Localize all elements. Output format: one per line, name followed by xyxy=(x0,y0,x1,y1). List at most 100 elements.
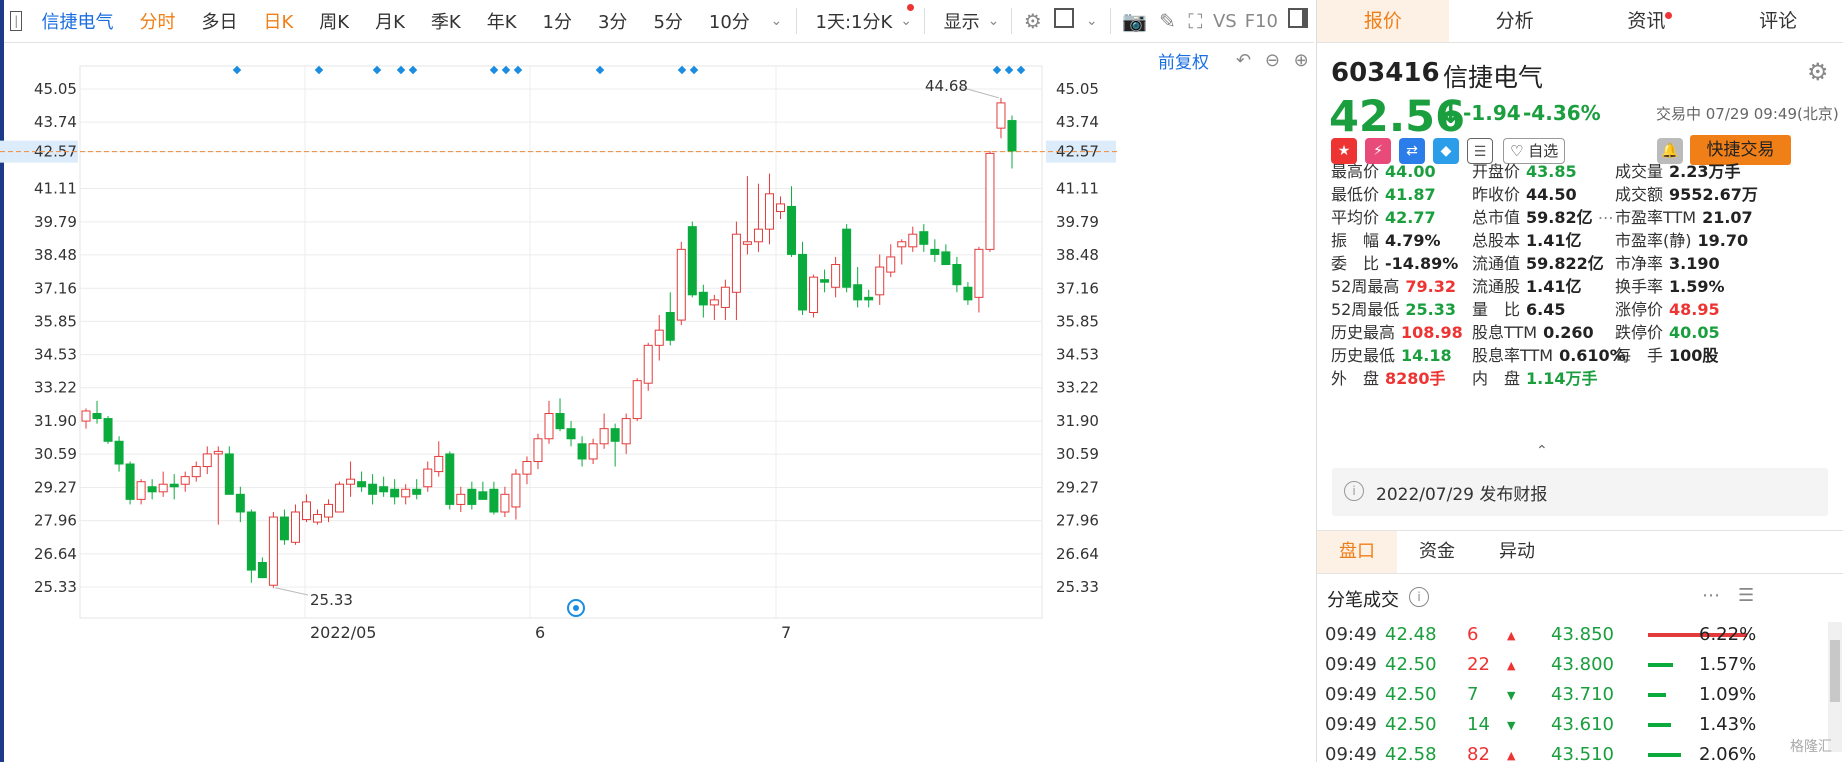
stat-value: 40.05 xyxy=(1669,323,1720,342)
sidebar-toggle-icon[interactable]: | xyxy=(10,11,23,31)
period-tab-weekly[interactable]: 周K xyxy=(306,8,362,34)
candle-body xyxy=(875,266,885,296)
stat-label: 振 幅 xyxy=(1331,231,1380,250)
f10-button[interactable]: F10 xyxy=(1241,11,1282,32)
report-notice[interactable]: i 2022/07/29 发布财报 xyxy=(1332,468,1828,516)
period-tab-quarterly[interactable]: 季K xyxy=(418,8,474,34)
arrow-down-icon: ▼ xyxy=(1507,689,1516,702)
event-marker xyxy=(408,65,418,75)
candle-body xyxy=(842,228,852,288)
tab-capital[interactable]: 资金 xyxy=(1397,531,1477,573)
tick-row: 09:49 42.50 22 ▲ 43.800 1.57% xyxy=(1317,650,1827,680)
candle-body xyxy=(324,503,334,518)
kline-svg[interactable]: 45.05 45.0543.74 43.7442.57 42.5741.11 41.11… xyxy=(0,43,1314,762)
more-icon[interactable]: ⋯ xyxy=(1702,585,1720,606)
chevron-down-icon[interactable]: ⌄ xyxy=(1086,8,1098,34)
info-icon[interactable]: i xyxy=(1409,587,1429,607)
candle-body xyxy=(301,501,311,521)
stat-label: 流通值 xyxy=(1472,254,1521,273)
period-tab-monthly[interactable]: 月K xyxy=(362,8,418,34)
period-tab-yearly[interactable]: 年K xyxy=(474,8,530,34)
list-icon[interactable]: ☰ xyxy=(1738,585,1754,606)
window-icon[interactable] xyxy=(1053,8,1074,34)
stat-label: 股息率TTM xyxy=(1472,346,1554,365)
stat-value: 1.14万手 xyxy=(1526,369,1598,388)
tab-alerts[interactable]: 异动 xyxy=(1477,531,1557,573)
stat-label: 委 比 xyxy=(1331,254,1380,273)
arrow-up-icon: ▲ xyxy=(1507,629,1516,642)
candle-body xyxy=(522,460,532,475)
arrow-down-icon: ↓ xyxy=(1438,96,1464,131)
stat-item: 历史最高 108.98 xyxy=(1331,319,1463,343)
candle-body xyxy=(588,443,598,460)
candle-body xyxy=(809,276,819,313)
y-tick-label-right: 25.33 xyxy=(1056,578,1099,596)
tick-more-icons: ⋯ ☰ xyxy=(1702,585,1754,606)
chevron-down-icon[interactable]: ⌄ xyxy=(900,4,915,34)
low-annotation-line xyxy=(275,587,309,596)
period-tab-daily[interactable]: 日K xyxy=(250,8,306,34)
y-tick-label-left: 27.96 xyxy=(34,512,77,530)
y-tick-label-left: 34.53 xyxy=(34,346,77,364)
event-marker xyxy=(992,65,1002,75)
tag-icon[interactable]: ◆ xyxy=(1433,138,1459,164)
period-tab-1min[interactable]: 1分 xyxy=(530,8,585,34)
candle-body xyxy=(919,231,929,245)
candle-body xyxy=(853,284,863,301)
period-tab-3min[interactable]: 3分 xyxy=(585,8,640,34)
stat-value: 44.00 xyxy=(1385,162,1436,181)
more-icon[interactable]: ⋯ xyxy=(1593,208,1614,227)
scrollbar-thumb[interactable] xyxy=(1830,640,1840,702)
period-tab-timeshare[interactable]: 分时 xyxy=(126,8,188,34)
y-tick-label-left: 25.33 xyxy=(34,578,77,596)
tab-orderbook[interactable]: 盘口 xyxy=(1317,531,1397,573)
candle-body xyxy=(643,344,653,384)
period-tab-10min[interactable]: 10分 xyxy=(696,8,763,34)
candle-body xyxy=(423,468,433,488)
tab-comments[interactable]: 评论 xyxy=(1712,0,1843,42)
display-menu[interactable]: 显示 xyxy=(931,8,982,34)
stat-item: 昨收价 44.50 xyxy=(1472,181,1577,205)
gear-icon[interactable]: ⚙ xyxy=(1024,8,1042,34)
tab-news[interactable]: 资讯 xyxy=(1581,0,1713,42)
candle-body xyxy=(445,453,455,505)
fullscreen-icon[interactable]: ⛶ xyxy=(1188,8,1203,34)
stat-value: 108.98 xyxy=(1401,323,1463,342)
y-tick-label-right: 37.16 xyxy=(1056,279,1099,297)
candle-body xyxy=(963,286,973,301)
zoom-in-icon[interactable]: ⊕ xyxy=(1294,50,1309,71)
candle-body xyxy=(257,562,267,579)
panel-toggle-icon[interactable] xyxy=(1287,8,1308,34)
chevron-down-icon[interactable]: ⌄ xyxy=(769,8,784,34)
stat-value: 41.87 xyxy=(1385,185,1436,204)
event-marker xyxy=(232,65,242,75)
camera-icon[interactable]: 📷 xyxy=(1122,8,1147,34)
vs-button[interactable]: VS xyxy=(1209,11,1241,32)
stat-label: 昨收价 xyxy=(1472,185,1521,204)
stock-name-tab[interactable]: 信捷电气 xyxy=(28,8,126,34)
period-select[interactable]: 1天:1分K xyxy=(803,8,895,34)
tab-analysis[interactable]: 分析 xyxy=(1449,0,1581,42)
stat-value: 48.95 xyxy=(1669,300,1720,319)
adjust-mode-button[interactable]: 前复权 xyxy=(1158,48,1209,73)
gear-icon[interactable]: ⚙ xyxy=(1807,58,1829,86)
kline-chart[interactable]: 45.05 45.05 43.74 43.74 42.57 42.57 41.11 41.11… xyxy=(0,43,1314,762)
y-tick-label-left: 38.48 xyxy=(34,246,77,264)
candle-body xyxy=(202,453,212,468)
chevron-down-icon[interactable]: ⌄ xyxy=(988,8,1000,34)
candle-body xyxy=(930,248,940,255)
tab-quote[interactable]: 报价 xyxy=(1317,0,1449,42)
y-tick-label-right: 34.53 xyxy=(1056,346,1099,364)
chevron-up-icon[interactable]: ⌃ xyxy=(1536,443,1548,459)
zoom-out-icon[interactable]: ⊖ xyxy=(1265,50,1280,71)
stat-item: 跌停价 40.05 xyxy=(1615,319,1720,343)
period-tab-5min[interactable]: 5分 xyxy=(640,8,695,34)
period-tab-multiday[interactable]: 多日 xyxy=(188,8,250,34)
stat-label: 平均价 xyxy=(1331,208,1380,227)
undo-icon[interactable]: ↶ xyxy=(1236,50,1251,71)
candle-body xyxy=(213,450,223,455)
pencil-icon[interactable]: ✎ xyxy=(1159,8,1176,34)
sub-tabs: 盘口 资金 异动 xyxy=(1317,530,1843,574)
candle-body xyxy=(125,463,135,500)
stat-value: 25.33 xyxy=(1405,300,1456,319)
